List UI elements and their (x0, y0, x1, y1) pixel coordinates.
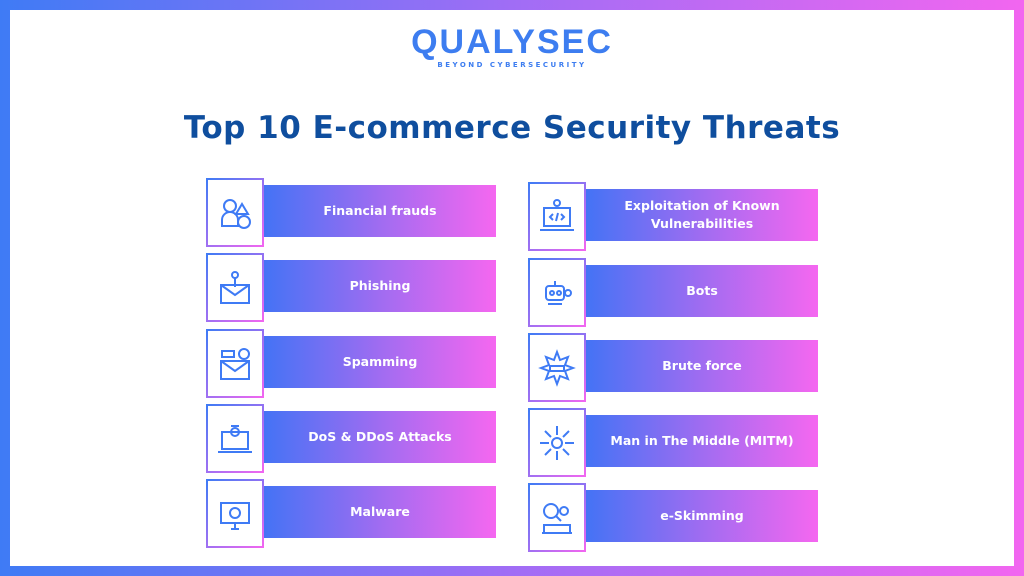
threat-item-dos-ddos-attacks: DoS & DDoS Attacks (206, 404, 498, 473)
icon-box (206, 253, 264, 322)
robot-icon (545, 280, 572, 305)
thief-money-bag-icon (221, 198, 251, 229)
threat-item-financial-frauds: Financial frauds (206, 178, 498, 247)
page-title: Top 10 E-commerce Security Threats (183, 110, 841, 146)
threat-label: Man in The Middle (MITM) (586, 415, 818, 467)
threat-label: e-Skimming (586, 490, 818, 542)
threat-label: Exploitation of Known Vulnerabilities (586, 189, 818, 241)
threat-item-phishing: Phishing (206, 253, 498, 322)
threat-label: Spamming (264, 336, 496, 388)
laptop-code-icon (540, 198, 574, 231)
monitor-virus-icon (220, 501, 250, 530)
threat-item-brute-force: Brute force (528, 333, 820, 402)
threat-item-man-in-the-middle-mitm: Man in The Middle (MITM) (528, 408, 820, 477)
threat-label: Phishing (264, 260, 496, 312)
spam-envelope-icon (220, 347, 250, 380)
threat-label: Brute force (586, 340, 818, 392)
icon-box (206, 329, 264, 398)
qualysec-logo: QUALYSEC BEYOND CYBERSECURITY (0, 24, 1024, 69)
laptop-bug-icon (218, 424, 252, 453)
threat-item-bots: Bots (528, 258, 820, 327)
threat-item-malware: Malware (206, 479, 498, 548)
canvas (10, 10, 1014, 566)
icon-box (206, 479, 264, 548)
icon-box (528, 408, 586, 477)
threat-label: Financial frauds (264, 185, 496, 237)
threat-item-exploitation-of-known-vulnerabilities: Exploitation of Known Vulnerabilities (528, 182, 820, 251)
logo-tagline: BEYOND CYBERSECURITY (437, 61, 587, 69)
icon-box (206, 404, 264, 473)
magnifier-person-book-icon (542, 502, 572, 534)
icon-box (528, 483, 586, 552)
envelope-hook-icon (220, 270, 250, 304)
network-intercept-icon (540, 425, 574, 460)
burst-password-icon (538, 348, 576, 387)
threat-label: Bots (586, 265, 818, 317)
logo-name: QUALYSEC (411, 23, 613, 61)
threat-label: DoS & DDoS Attacks (264, 411, 496, 463)
icon-box (528, 333, 586, 402)
threat-item-e-skimming: e-Skimming (528, 483, 820, 552)
threat-label: Malware (264, 486, 496, 538)
icon-box (528, 182, 586, 251)
threat-item-spamming: Spamming (206, 329, 498, 398)
icon-box (528, 258, 586, 327)
icon-box (206, 178, 264, 247)
